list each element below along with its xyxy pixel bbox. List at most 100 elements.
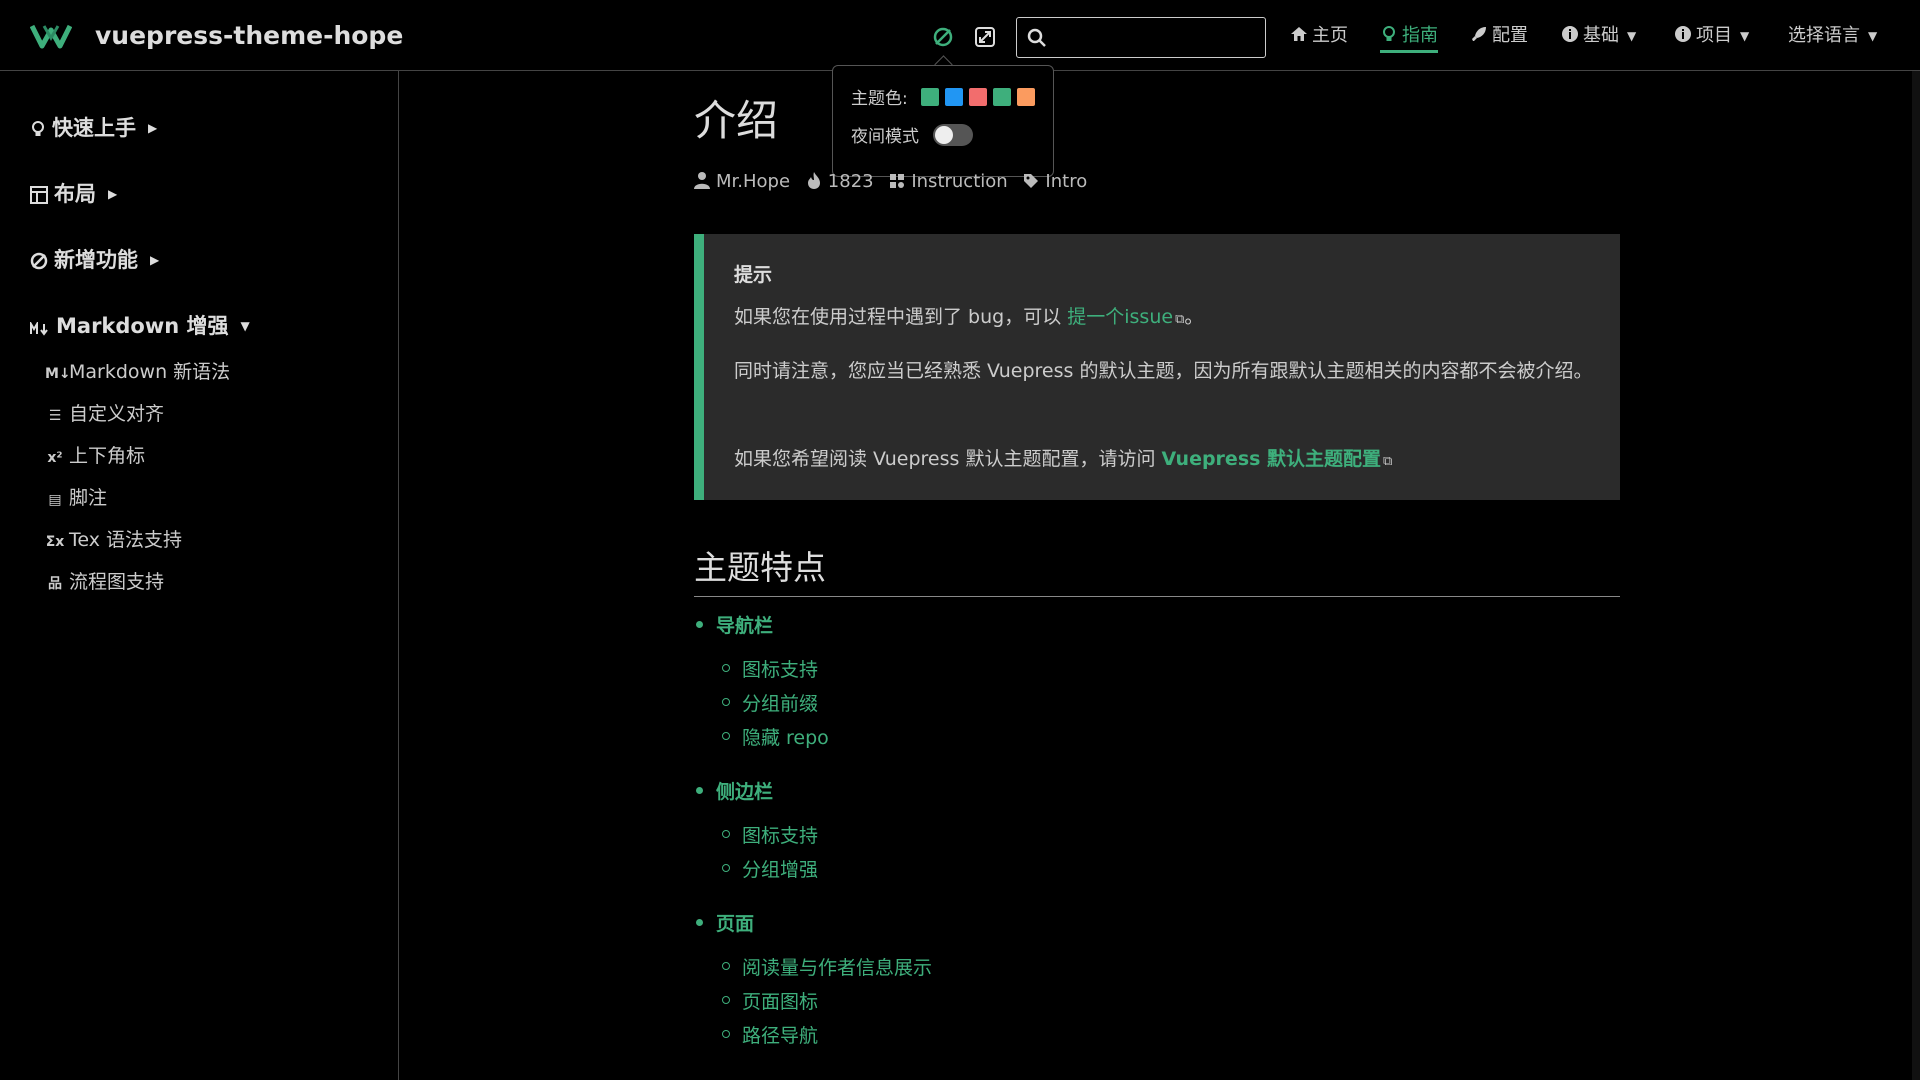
site-name[interactable]: vuepress-theme-hope <box>95 18 403 54</box>
tip-title: 提示 <box>734 264 773 286</box>
sidebar-group-quickstart[interactable]: 快速上手 ▶ <box>30 113 157 143</box>
issue-link[interactable]: 提一个issue <box>1067 306 1173 328</box>
rocket-icon <box>1472 27 1486 41</box>
tex-icon: Σx <box>45 534 65 550</box>
sidebar-group-label: 布局 <box>54 182 96 206</box>
sidebar-item-footnote[interactable]: ▤ 脚注 <box>45 484 107 514</box>
tag-label: Intro <box>1045 171 1088 192</box>
section-heading: 主题特点 <box>694 546 1620 597</box>
feature-item[interactable]: 分组前缀 <box>721 689 818 716</box>
meta-tag[interactable]: Intro <box>1023 171 1087 192</box>
nav-label: 指南 <box>1402 25 1438 46</box>
user-icon <box>694 172 710 189</box>
feature-item[interactable]: 阅读量与作者信息展示 <box>721 953 932 980</box>
info-icon <box>1675 26 1691 42</box>
superscript-icon: x² <box>47 450 63 466</box>
sidebar-item-label: 上下角标 <box>69 445 146 467</box>
chevron-right-icon: ▶ <box>150 253 160 267</box>
feature-item[interactable]: 路径导航 <box>721 1021 818 1048</box>
nav-label: 项目 <box>1696 25 1732 46</box>
sidebar-item-label: Markdown 新语法 <box>69 361 231 383</box>
info-icon <box>1562 26 1578 42</box>
sidebar-group-label: 新增功能 <box>54 248 138 272</box>
theme-color-icon[interactable] <box>932 26 954 48</box>
feature-item[interactable]: 图标支持 <box>721 821 818 848</box>
markdown-icon: M↓ <box>45 366 71 382</box>
toggle-knob <box>935 126 953 144</box>
nav-item-language[interactable]: 选择语言 ▼ <box>1788 22 1877 52</box>
nav-label: 选择语言 <box>1788 25 1860 46</box>
external-link-icon: ⧉ <box>1175 312 1185 327</box>
default-theme-config-link[interactable]: Vuepress 默认主题配置 <box>1162 448 1382 470</box>
sidebar: 快速上手 ▶ 布局 ▶ 新增功能 ▶ Markdown 增强 ▼ M↓Markdown … <box>0 71 399 1080</box>
feature-item[interactable]: 图标支持 <box>721 655 818 682</box>
theme-swatch-red[interactable] <box>969 88 987 106</box>
theme-swatch-green[interactable] <box>921 88 939 106</box>
night-mode-label: 夜间模式 <box>851 127 919 147</box>
nav-label: 主页 <box>1312 25 1348 46</box>
scrollbar[interactable] <box>1912 71 1920 1080</box>
night-mode-toggle[interactable] <box>933 124 973 146</box>
meta-author: Mr.Hope <box>694 171 790 192</box>
logo-icon[interactable] <box>30 22 72 50</box>
sidebar-item-align[interactable]: ☰ 自定义对齐 <box>45 400 164 430</box>
nav-item-config[interactable]: 配置 <box>1470 22 1528 52</box>
meta-views: 1823 <box>806 171 874 192</box>
bulb-icon <box>32 121 44 136</box>
feature-page[interactable]: 页面 <box>695 909 754 936</box>
theme-swatch-orange[interactable] <box>1017 88 1035 106</box>
align-icon: ☰ <box>48 408 62 424</box>
search-icon <box>1027 28 1046 47</box>
nav-label: 基础 <box>1583 25 1619 46</box>
meta-category[interactable]: Instruction <box>889 171 1008 192</box>
flowchart-icon: 品 <box>48 576 62 592</box>
category-label: Instruction <box>911 171 1008 192</box>
sidebar-group-layout[interactable]: 布局 ▶ <box>30 179 117 209</box>
chevron-down-icon: ▼ <box>1740 29 1750 43</box>
nav-item-home[interactable]: 主页 <box>1290 22 1348 52</box>
feature-item[interactable]: 页面图标 <box>721 987 818 1014</box>
nav-label: 配置 <box>1492 25 1528 46</box>
theme-swatch-blue[interactable] <box>945 88 963 106</box>
tip-paragraph-2: 同时请注意，您应当已经熟悉 Vuepress 的默认主题，因为所有跟默认主题相关… <box>734 360 1593 382</box>
feature-sidebar[interactable]: 侧边栏 <box>695 777 773 804</box>
feature-navbar[interactable]: 导航栏 <box>695 611 773 638</box>
home-icon <box>1291 27 1307 41</box>
external-link-icon: ⧉ <box>1383 454 1393 469</box>
sidebar-item-label: 流程图支持 <box>69 571 165 593</box>
new-icon <box>30 252 48 270</box>
feature-item[interactable]: 分组增强 <box>721 855 818 882</box>
page-title: 介绍 <box>694 96 779 145</box>
sidebar-group-label: 快速上手 <box>52 116 136 140</box>
feature-item[interactable]: 隐藏 repo <box>722 723 829 750</box>
nav-item-projects[interactable]: 项目 ▼ <box>1674 22 1749 52</box>
theme-color-label: 主题色: <box>851 89 908 109</box>
sidebar-item-flowchart[interactable]: 品流程图支持 <box>45 568 164 598</box>
author-name: Mr.Hope <box>716 171 791 192</box>
sidebar-group-label: Markdown 增强 <box>56 314 229 338</box>
tip-text: 。 <box>1184 306 1204 328</box>
sidebar-item-tex[interactable]: Σx Tex 语法支持 <box>45 526 182 556</box>
search-box[interactable] <box>1016 17 1266 58</box>
nav-item-basics[interactable]: 基础 ▼ <box>1561 22 1636 52</box>
sidebar-item-label: 脚注 <box>69 487 108 509</box>
layout-icon <box>30 186 48 204</box>
chevron-down-icon: ▼ <box>240 319 250 333</box>
sidebar-item-label: 自定义对齐 <box>69 403 165 425</box>
navbar: vuepress-theme-hope 主页 指南 配置 基础 ▼ 项目 ▼ 选择语… <box>0 0 1920 71</box>
markdown-icon <box>30 320 48 336</box>
sidebar-item-markdown-syntax[interactable]: M↓Markdown 新语法 <box>45 358 230 388</box>
search-input[interactable] <box>1057 22 1261 54</box>
chevron-down-icon: ▼ <box>1868 29 1878 43</box>
sidebar-group-features[interactable]: 新增功能 ▶ <box>30 245 159 275</box>
sidebar-item-label: Tex 语法支持 <box>69 529 183 551</box>
chevron-right-icon: ▶ <box>148 121 158 135</box>
footnote-icon: ▤ <box>48 492 62 508</box>
sidebar-item-superscript[interactable]: x² 上下角标 <box>45 442 145 472</box>
bulb-icon <box>1383 26 1395 41</box>
tip-text: 如果您希望阅读 Vuepress 默认主题配置，请访问 <box>734 448 1162 470</box>
fullscreen-icon[interactable] <box>974 26 996 48</box>
sidebar-group-markdown[interactable]: Markdown 增强 ▼ <box>30 311 250 341</box>
nav-item-guide[interactable]: 指南 <box>1380 22 1438 53</box>
theme-swatch-green-2[interactable] <box>993 88 1011 106</box>
